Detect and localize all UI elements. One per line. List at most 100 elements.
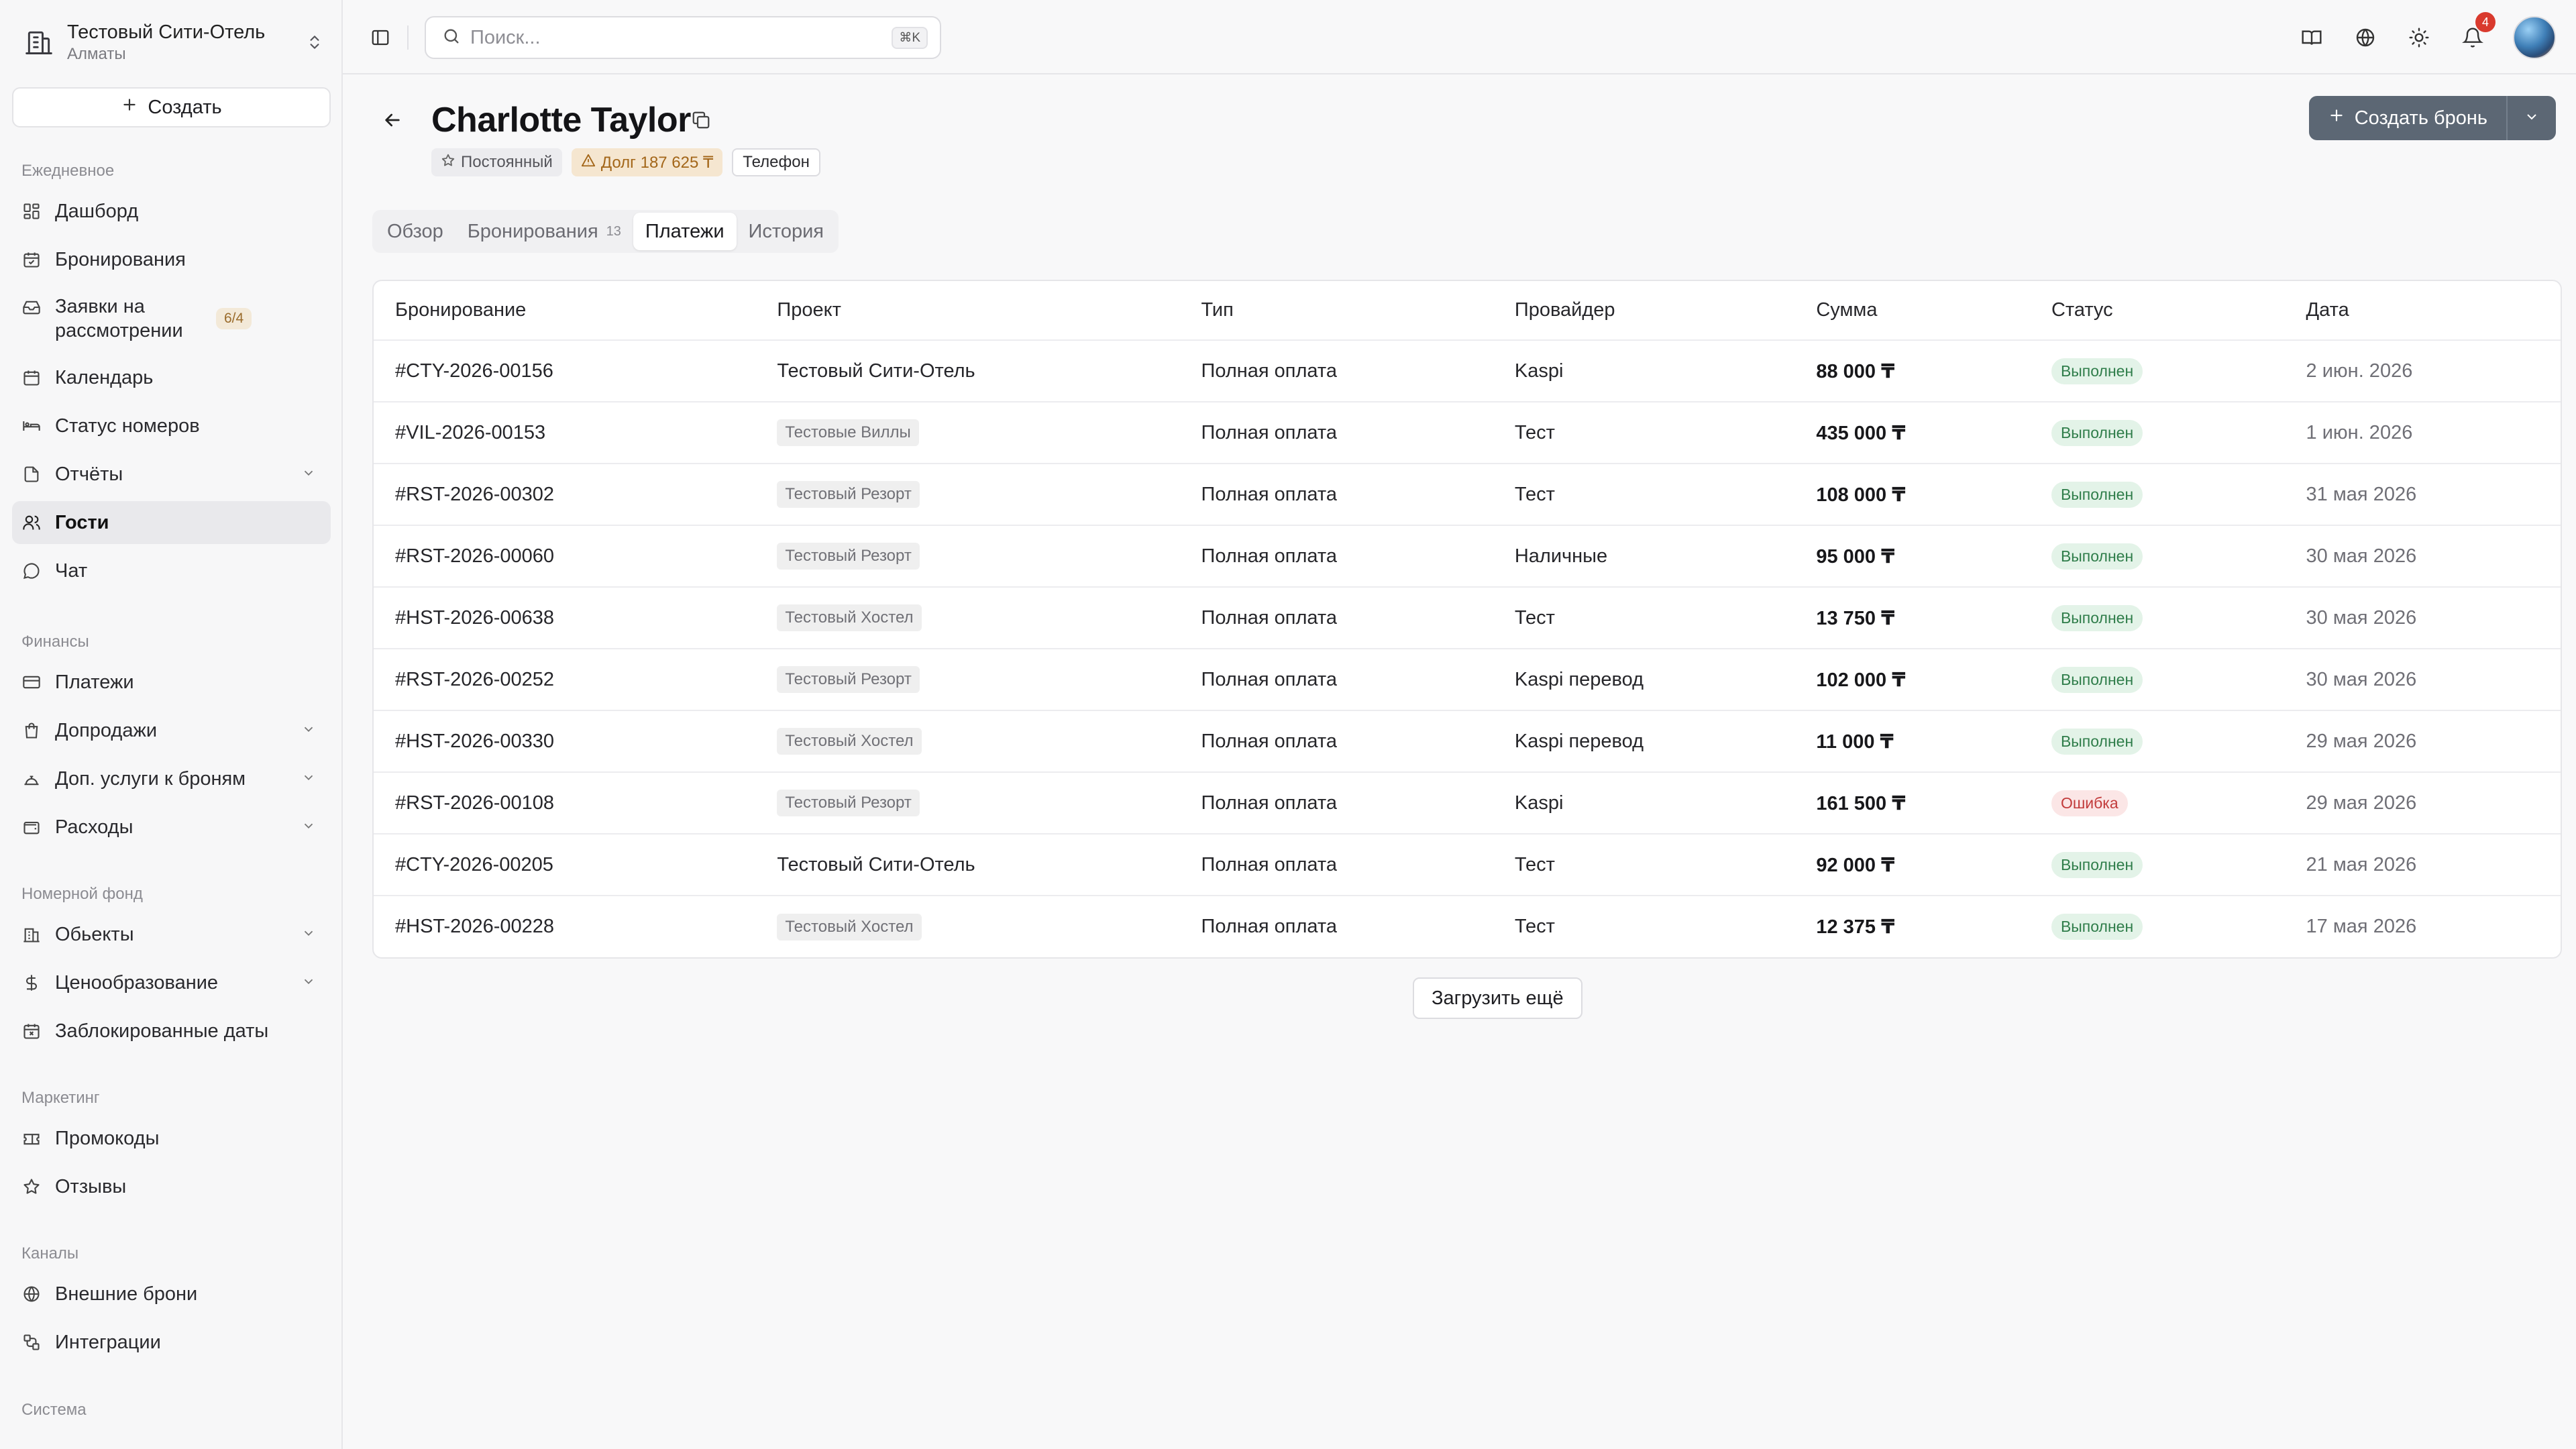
dollar-icon — [21, 973, 42, 993]
payment-type: Полная оплата — [1201, 668, 1337, 690]
payment-date: 31 мая 2026 — [2306, 483, 2417, 505]
table-row[interactable]: #VIL-2026-00153 Тестовые Виллы Полная опла… — [374, 402, 2561, 464]
booking-id: #CTY-2026-00156 — [395, 360, 553, 382]
sidebar-item-reviews[interactable]: Отзывы — [12, 1165, 331, 1208]
table-cell: #RST-2026-00108 — [374, 772, 756, 835]
status-badge: Выполнен — [2051, 666, 2143, 693]
globe-icon[interactable] — [2352, 24, 2379, 51]
sidebar-item-bookings[interactable]: Бронирования — [12, 238, 331, 281]
book-open-icon[interactable] — [2298, 24, 2325, 51]
tab-payments[interactable]: Платежи — [633, 213, 737, 250]
sidebar-item-promocodes[interactable]: Промокоды — [12, 1117, 331, 1160]
load-more-button[interactable]: Загрузить ещё — [1413, 977, 1582, 1019]
table-cell: 1 июн. 2026 — [2284, 402, 2561, 464]
sidebar-item-upsells[interactable]: Допродажи — [12, 709, 331, 752]
hotel-switcher[interactable]: Тестовый Сити-Отель Алматы — [11, 9, 331, 75]
table-row[interactable]: #HST-2026-00228 Тестовый Хостел Полная опл… — [374, 896, 2561, 957]
table-row[interactable]: #RST-2026-00302 Тестовый Резорт Полная опл… — [374, 464, 2561, 526]
create-booking-button[interactable]: Создать бронь — [2309, 96, 2508, 140]
sun-icon[interactable] — [2406, 24, 2432, 51]
calendar-icon — [21, 368, 42, 388]
chevron-down-icon — [301, 768, 316, 790]
sidebar-item-integrations[interactable]: Интеграции — [12, 1321, 331, 1364]
badge-regular-label: Постоянный — [461, 153, 553, 171]
table-cell: Тестовый Сити-Отель — [755, 834, 1180, 896]
table-header-row: Бронирование Проект Тип Провайдер Сумма … — [374, 281, 2561, 341]
column-header[interactable]: Тип — [1179, 281, 1493, 341]
column-header[interactable]: Дата — [2284, 281, 2561, 341]
status-badge: Выполнен — [2051, 851, 2143, 878]
notification-count-badge: 4 — [2475, 12, 2496, 32]
sidebar-item-guests[interactable]: Гости — [12, 501, 331, 544]
back-arrow-icon[interactable] — [379, 107, 406, 133]
sidebar-toggle-icon[interactable] — [367, 24, 394, 51]
payment-amount: 435 000 ₸ — [1816, 422, 1906, 444]
sidebar-item-label: Заблокированные даты — [55, 1020, 269, 1042]
guest-badges: Постоянный Долг 187 625 ₸ Телефон — [431, 148, 820, 176]
table-cell: Полная оплата — [1179, 402, 1493, 464]
tab-overview[interactable]: Обзор — [375, 213, 455, 250]
column-header[interactable]: Статус — [2029, 281, 2285, 341]
table-cell: Полная оплата — [1179, 464, 1493, 526]
load-more-label: Загрузить ещё — [1432, 987, 1564, 1009]
table-row[interactable]: #RST-2026-00060 Тестовый Резорт Полная опл… — [374, 525, 2561, 588]
table-row[interactable]: #RST-2026-00252 Тестовый Резорт Полная опл… — [374, 649, 2561, 711]
sidebar-item-pending-requests[interactable]: Заявки на рассмотрении 6/4 — [12, 286, 331, 351]
payment-type: Полная оплата — [1201, 483, 1337, 505]
search-box[interactable]: ⌘K — [425, 16, 941, 59]
table-cell: 92 000 ₸ — [1794, 834, 2030, 896]
group-title-finance: Финансы — [21, 633, 89, 651]
column-header[interactable]: Сумма — [1794, 281, 2030, 341]
sidebar-item-label: Бронирования — [55, 248, 186, 270]
sidebar-item-blocked-dates[interactable]: Заблокированные даты — [12, 1010, 331, 1053]
table-cell: 31 мая 2026 — [2284, 464, 2561, 526]
sidebar-item-external-bookings[interactable]: Внешние брони — [12, 1273, 331, 1316]
table-row[interactable]: #CTY-2026-00205 Тестовый Сити-Отель Полная… — [374, 834, 2561, 896]
search-input[interactable] — [470, 26, 883, 49]
sidebar-item-properties[interactable]: Обьекты — [12, 913, 331, 956]
project-name: Тестовый Резорт — [777, 666, 920, 693]
tab-history[interactable]: История — [737, 213, 836, 250]
star-icon — [21, 1177, 42, 1197]
table-cell: 435 000 ₸ — [1794, 402, 2030, 464]
table-cell: Полная оплата — [1179, 649, 1493, 711]
table-body: #CTY-2026-00156 Тестовый Сити-Отель Полная… — [374, 340, 2561, 957]
table-cell: 95 000 ₸ — [1794, 525, 2030, 588]
guest-tabs: Обзор Бронирования 13 Платежи История — [372, 210, 839, 253]
create-button[interactable]: Создать — [12, 87, 331, 127]
sidebar-item-label: Допродажи — [55, 719, 158, 741]
sidebar-item-dashboard[interactable]: Дашборд — [12, 190, 331, 233]
payment-provider: Тест — [1514, 421, 1555, 443]
bell-icon[interactable]: 4 — [2459, 12, 2496, 51]
sidebar-item-room-status[interactable]: Статус номеров — [12, 405, 331, 447]
sidebar-item-chat[interactable]: Чат — [12, 549, 331, 592]
sidebar-item-expenses[interactable]: Расходы — [12, 806, 331, 849]
table-row[interactable]: #HST-2026-00330 Тестовый Хостел Полная опл… — [374, 710, 2561, 773]
table-cell: Тест — [1493, 402, 1795, 464]
nav-group-system: Система — [0, 1397, 341, 1424]
nav-group-marketing: Маркетинг Промокоды Отзывы — [0, 1085, 341, 1208]
table-row[interactable]: #RST-2026-00108 Тестовый Резорт Полная опл… — [374, 772, 2561, 835]
tab-bookings[interactable]: Бронирования 13 — [455, 213, 633, 250]
sidebar-item-calendar[interactable]: Календарь — [12, 356, 331, 399]
status-badge: Выполнен — [2051, 914, 2143, 940]
column-header[interactable]: Проект — [755, 281, 1180, 341]
sidebar-item-booking-services[interactable]: Доп. услуги к броням — [12, 757, 331, 800]
table-row[interactable]: #HST-2026-00638 Тестовый Хостел Полная опл… — [374, 587, 2561, 649]
topbar-actions: 4 — [2298, 12, 2556, 59]
table-cell: Выполнен — [2029, 464, 2285, 526]
table-row[interactable]: #CTY-2026-00156 Тестовый Сити-Отель Полная… — [374, 340, 2561, 402]
badge-phone: Телефон — [732, 148, 820, 176]
globe-icon — [21, 1284, 42, 1304]
user-avatar[interactable] — [2513, 16, 2556, 59]
sidebar-item-pricing[interactable]: Ценообразование — [12, 961, 331, 1004]
payment-date: 29 мая 2026 — [2306, 730, 2417, 752]
column-header[interactable]: Провайдер — [1493, 281, 1795, 341]
sidebar-item-label: Внешние брони — [55, 1283, 198, 1305]
sidebar-item-reports[interactable]: Отчёты — [12, 453, 331, 496]
column-header[interactable]: Бронирование — [374, 281, 756, 341]
create-booking-dropdown[interactable] — [2508, 96, 2556, 140]
booking-id: #HST-2026-00228 — [395, 916, 554, 937]
copy-icon[interactable] — [688, 107, 714, 133]
sidebar-item-payments[interactable]: Платежи — [12, 661, 331, 704]
